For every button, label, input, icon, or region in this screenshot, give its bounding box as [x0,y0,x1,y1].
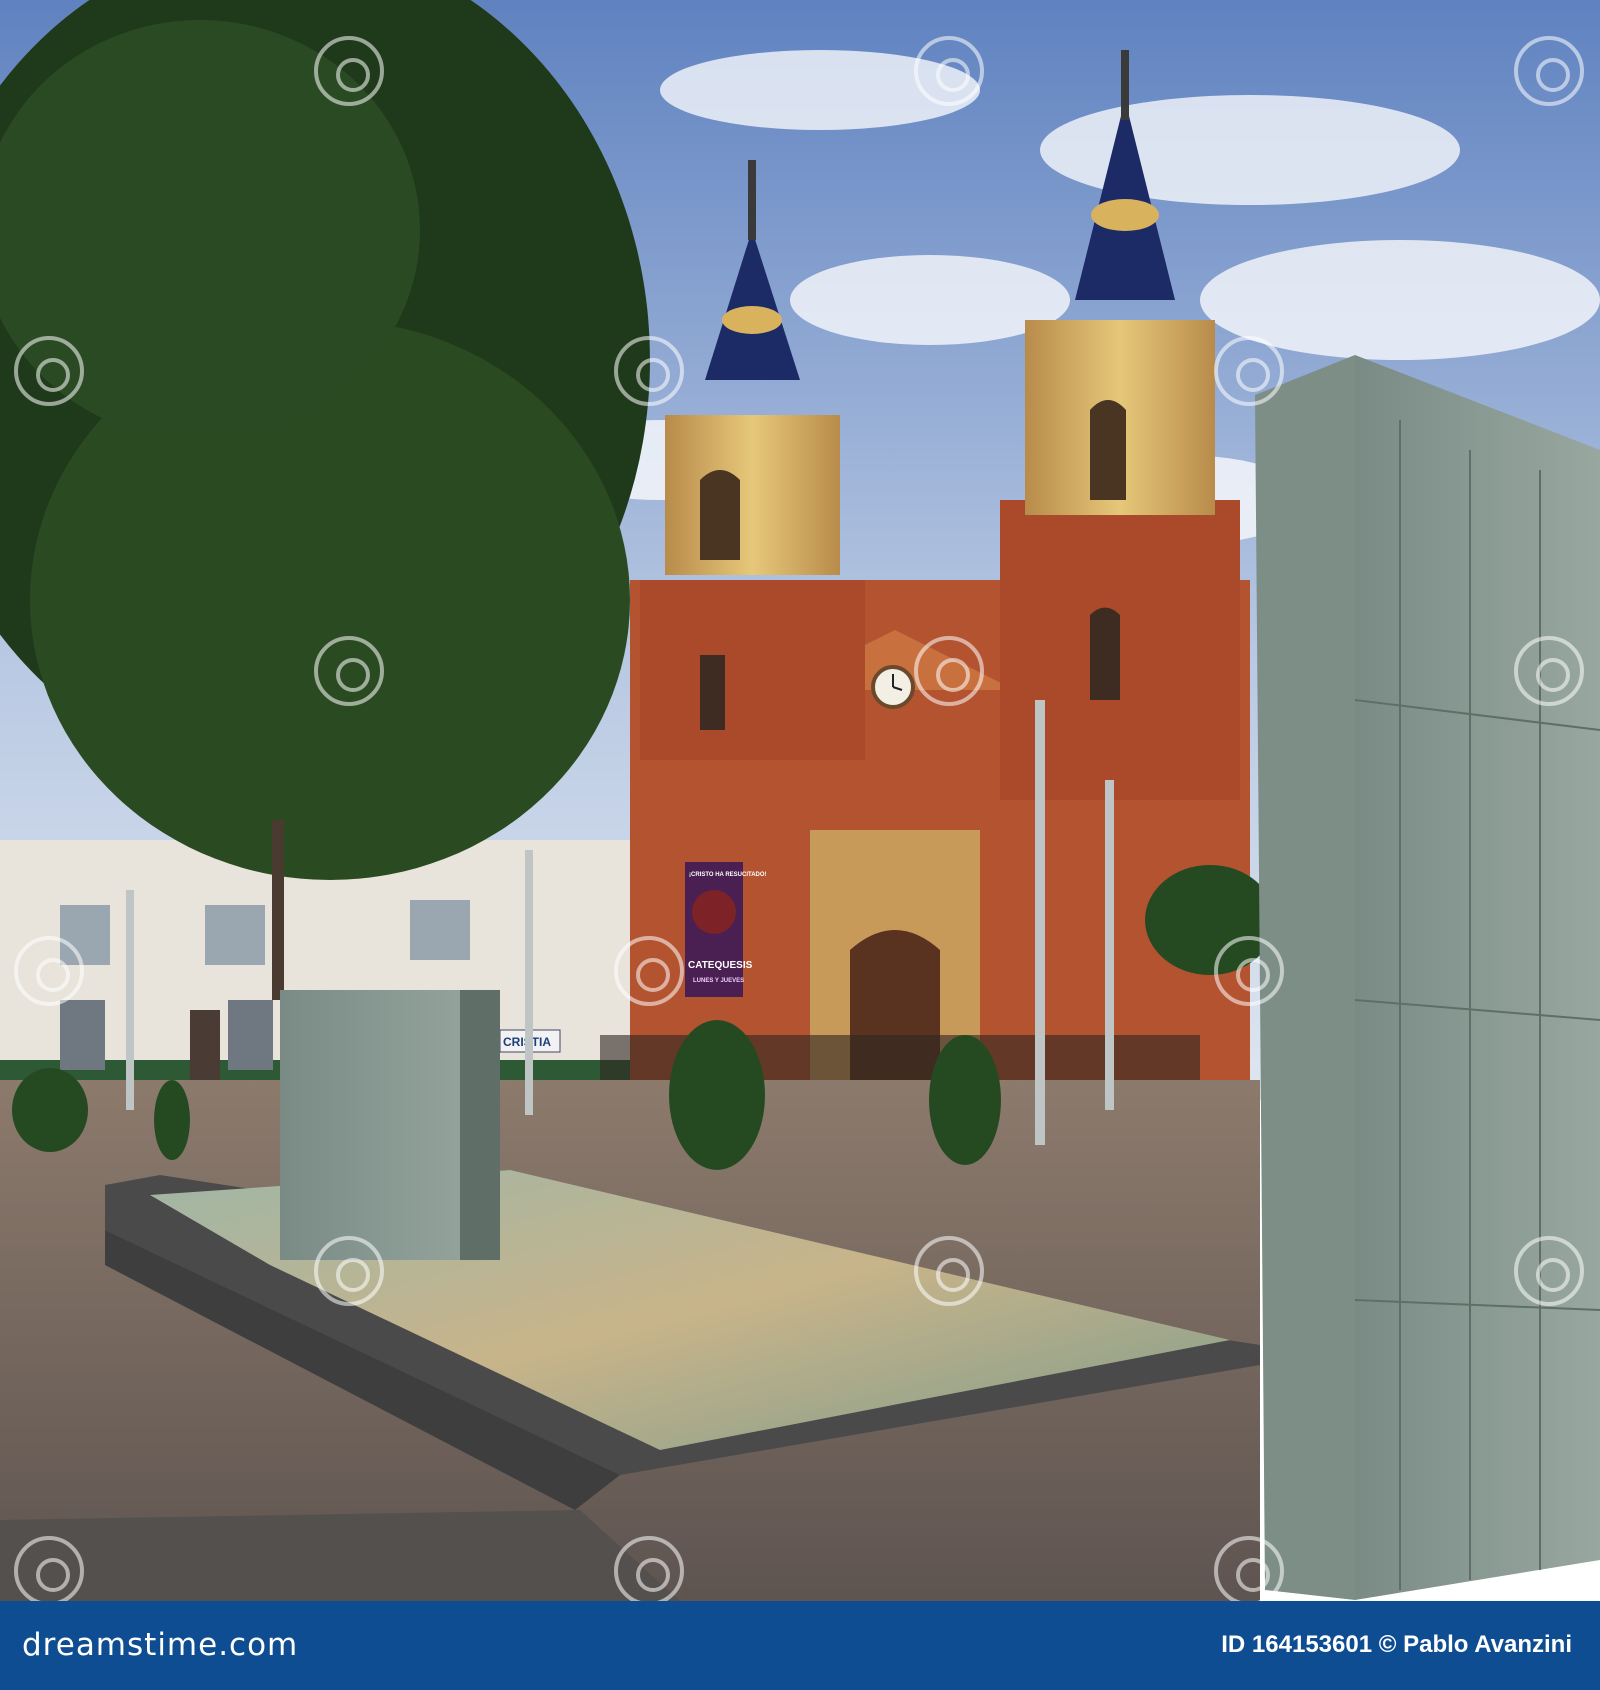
watermark-spiral-icon [914,36,984,106]
watermark-spiral-icon [1214,336,1284,406]
watermark-spiral-icon [914,636,984,706]
watermark-spiral-icon [1514,36,1584,106]
watermark-spiral-icon [1214,936,1284,1006]
watermark-spiral-icon [614,336,684,406]
watermark-spiral-icon [14,936,84,1006]
footer-bar: dreamstime.com ID 164153601 © Pablo Avan… [0,1601,1600,1690]
watermark-spiral-icon [614,1536,684,1601]
foreground-paving [0,1510,680,1601]
photo-scene: CRISTIA [0,0,1600,1601]
watermark-spiral-icon [1514,636,1584,706]
stock-photo: CRISTIA [0,0,1600,1601]
watermark-spiral-icon [14,336,84,406]
watermark-spiral-icon [1514,1236,1584,1306]
stone-slab [1255,355,1600,1600]
watermark-spiral-icon [314,1236,384,1306]
banner-line1: ¡CRISTO HA RESUCITADO! [689,872,767,878]
watermark-spiral-icon [1214,1536,1284,1601]
banner-line2: CATEQUESIS [688,960,753,971]
watermark-spiral-icon [914,1236,984,1306]
fountain-wall [280,990,500,1260]
brand-logo[interactable]: dreamstime.com [22,1627,298,1663]
watermark-spiral-icon [614,936,684,1006]
banner-line3: LUNES Y JUEVES [693,978,744,984]
watermark-spiral-icon [314,36,384,106]
watermark-spiral-icon [14,1536,84,1601]
image-credit: ID 164153601 © Pablo Avanzini [1221,1631,1572,1658]
watermark-spiral-icon [314,636,384,706]
